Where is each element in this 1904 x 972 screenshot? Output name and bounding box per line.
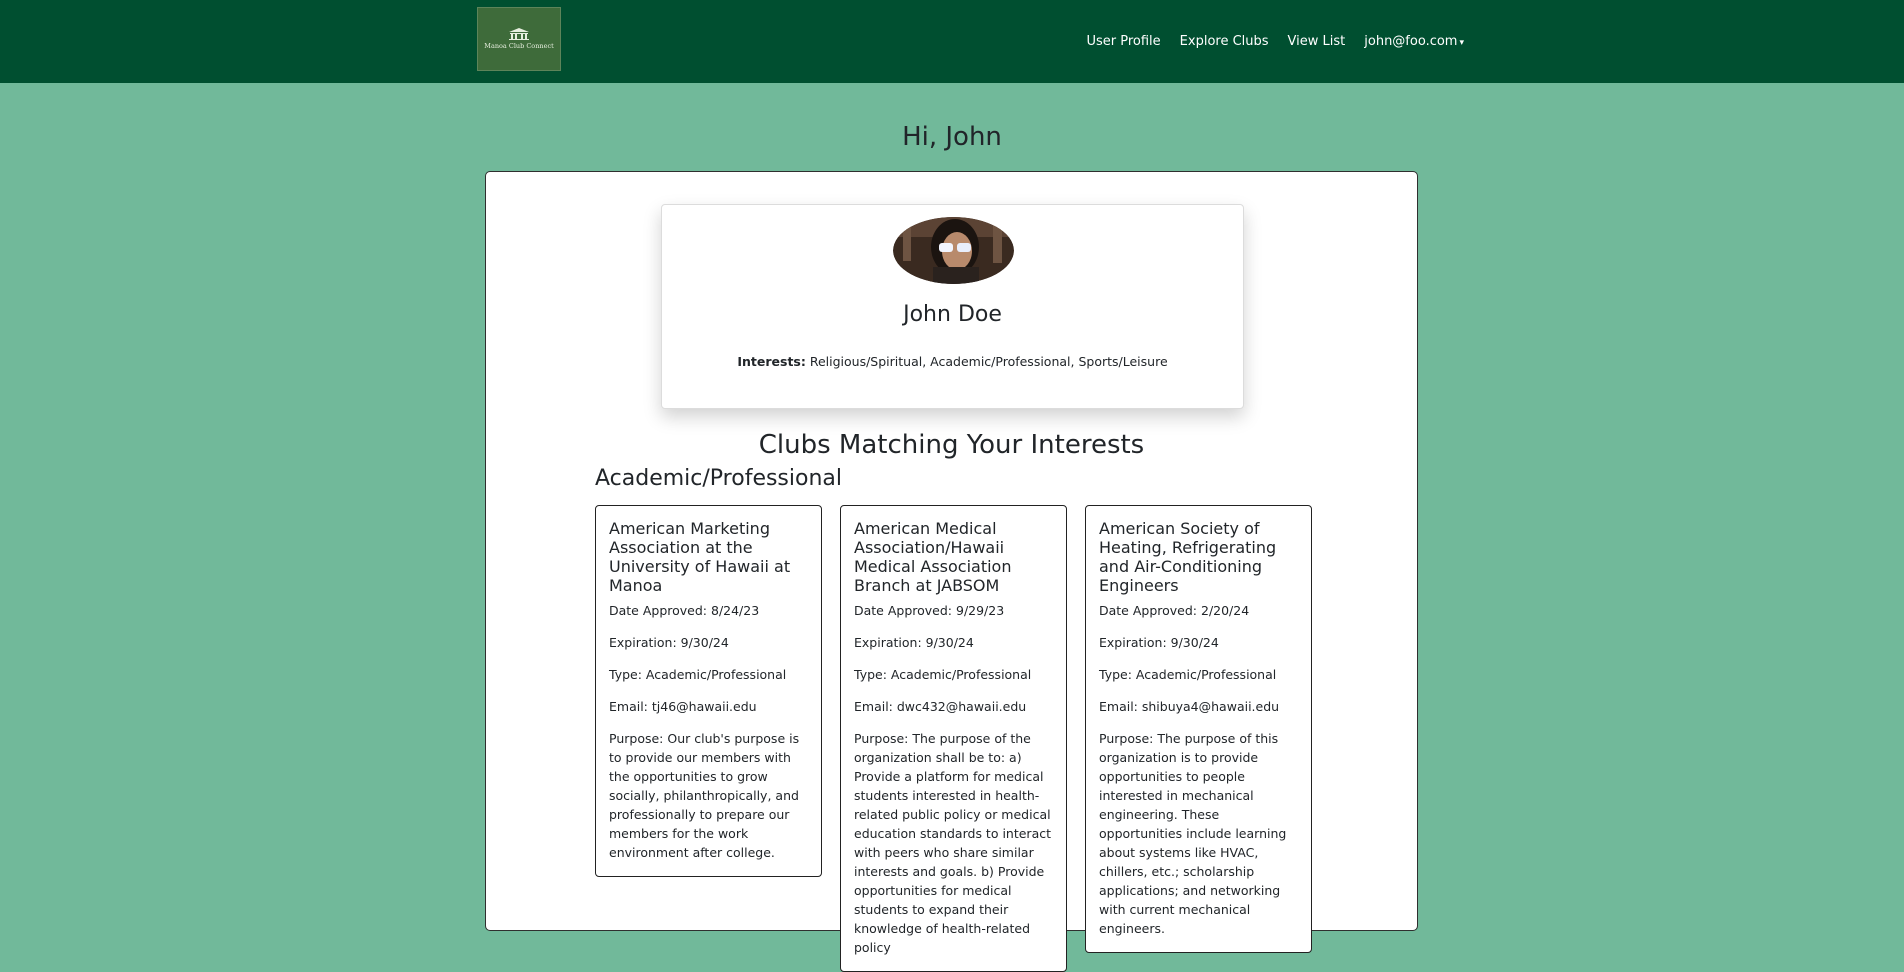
avatar (893, 217, 1014, 284)
site-logo[interactable]: Manoa Club Connect (477, 7, 561, 71)
logo-building-icon (509, 28, 529, 40)
club-email: Email: shibuya4@hawaii.edu (1099, 699, 1280, 714)
club-type: Type: Academic/Professional (609, 667, 787, 682)
club-purpose: Purpose: The purpose of the organization… (854, 731, 1052, 955)
club-date-approved: Date Approved: 9/29/23 (854, 603, 1005, 618)
club-expiration: Expiration: 9/30/24 (609, 635, 729, 650)
club-email: Email: tj46@hawaii.edu (609, 699, 757, 714)
club-email: Email: dwc432@hawaii.edu (854, 699, 1027, 714)
user-menu-dropdown[interactable]: john@foo.com ▾ (1364, 34, 1464, 49)
club-date-approved: Date Approved: 2/20/24 (1099, 603, 1250, 618)
nav-view-list-link[interactable]: View List (1288, 34, 1346, 49)
club-card: American Medical Association/Hawaii Medi… (840, 505, 1067, 972)
clubs-section-title: Clubs Matching Your Interests (758, 430, 1145, 460)
club-expiration: Expiration: 9/30/24 (854, 635, 974, 650)
category-title: Academic/Professional (595, 466, 843, 491)
greeting-heading: Hi, John (902, 122, 1002, 152)
club-card: American Society of Heating, Refrigerati… (1085, 505, 1312, 953)
club-name: American Society of Heating, Refrigerati… (1099, 519, 1277, 595)
club-expiration: Expiration: 9/30/24 (1099, 635, 1219, 650)
top-navbar: Manoa Club Connect User Profile Explore … (0, 0, 1904, 83)
club-type: Type: Academic/Professional (854, 667, 1032, 682)
club-name: American Medical Association/Hawaii Medi… (854, 519, 1012, 595)
nav-explore-clubs-link[interactable]: Explore Clubs (1180, 34, 1269, 49)
club-name: American Marketing Association at the Un… (609, 519, 791, 595)
nav-user-profile-link[interactable]: User Profile (1086, 34, 1160, 49)
nav-links: User Profile Explore Clubs View List joh… (1086, 0, 1464, 83)
caret-down-icon: ▾ (1459, 38, 1464, 48)
profile-card: John Doe Interests: Religious/Spiritual,… (661, 204, 1244, 409)
interests-value: Religious/Spiritual, Academic/Profession… (809, 354, 1168, 369)
logo-text: Manoa Club Connect (484, 42, 554, 50)
club-purpose: Purpose: Our club's purpose is to provid… (609, 731, 800, 860)
club-date-approved: Date Approved: 8/24/23 (609, 603, 760, 618)
main-content-panel: John Doe Interests: Religious/Spiritual,… (485, 171, 1418, 972)
club-purpose: Purpose: The purpose of this organizatio… (1099, 731, 1287, 936)
club-card: American Marketing Association at the Un… (595, 505, 822, 877)
profile-name: John Doe (903, 302, 1002, 327)
interests-label: Interests: (737, 354, 806, 369)
club-type: Type: Academic/Professional (1099, 667, 1277, 682)
profile-interests: Interests: Religious/Spiritual, Academic… (662, 354, 1243, 369)
user-menu-label: john@foo.com (1364, 34, 1458, 49)
